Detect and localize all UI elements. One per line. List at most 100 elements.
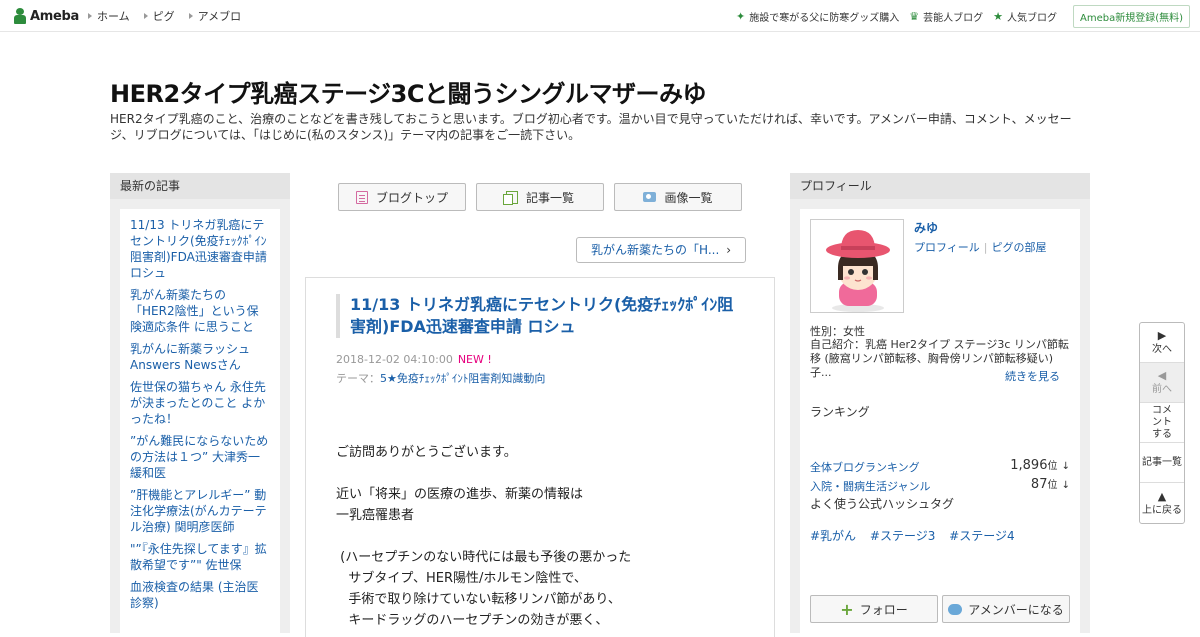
list-item[interactable]: ”肝機能とアレルギー” 動注化学療法(がんカテーテル治療) 関明彦医師 bbox=[130, 487, 270, 535]
back-to-top-label: 上に戻る bbox=[1142, 504, 1182, 516]
next-label: 次へ bbox=[1152, 344, 1172, 355]
latest-articles-heading: 最新の記事 bbox=[110, 173, 290, 199]
trend-down-icon: ↓ bbox=[1061, 480, 1070, 491]
list-item[interactable]: ”がん難民にならないための方法は１つ” 大津秀一緩和医 bbox=[130, 433, 270, 481]
blog-title[interactable]: HER2タイプ乳癌ステージ3Cと闘うシングルマザーみゆ bbox=[110, 74, 707, 109]
nav-ameblo-label: アメブロ bbox=[197, 10, 242, 23]
triangle-icon bbox=[143, 13, 148, 19]
image-list-label: 画像一覧 bbox=[664, 190, 713, 205]
avatar-image bbox=[811, 220, 903, 312]
back-to-top-button[interactable]: ▲ 上に戻る bbox=[1140, 483, 1184, 523]
triangle-icon bbox=[88, 13, 92, 19]
list-item[interactable]: 11/13 トリネガ乳癌にテセントリク(免疫ﾁｪｯｸﾎﾟｲﾝ阻害剤)FDA迅速審… bbox=[130, 217, 270, 281]
read-more-link[interactable]: 続きを見る bbox=[1005, 368, 1060, 384]
ranking-name[interactable]: 入院・闘病生活ジャンル bbox=[810, 480, 930, 493]
next-button[interactable]: ▶ 次へ bbox=[1140, 323, 1184, 363]
ranking-number: 87 bbox=[1030, 477, 1048, 492]
triangle-icon bbox=[188, 13, 193, 19]
previous-article-link[interactable]: 乳がん新薬たちの「H... › bbox=[576, 237, 746, 263]
article-meta: 2018-12-02 04:10:00 NEW ! bbox=[336, 353, 492, 366]
comment-label: コメントする bbox=[1152, 404, 1172, 440]
blog-top-button[interactable]: ブログトップ bbox=[338, 183, 466, 211]
ranking-value: 87位 ↓ bbox=[1031, 476, 1070, 492]
top-right-links: ✦ 施設で寒がる父に防寒グッズ購入 ♛ 芸能人ブログ ★ 人気ブログ Ameba新規登… bbox=[726, 0, 1190, 32]
new-badge: NEW ! bbox=[457, 353, 492, 366]
latest-articles-list: 11/13 トリネガ乳癌にテセントリク(免疫ﾁｪｯｸﾎﾟｲﾝ阻害剤)FDA迅速審… bbox=[120, 209, 280, 633]
article: 11/13 トリネガ乳癌にテセントリク(免疫ﾁｪｯｸﾎﾟｲﾝ阻害剤)FDA迅速審… bbox=[305, 277, 775, 637]
blog-description: HER2タイプ乳癌のこと、治療のことなどを書き残しておこうと思います。ブログ初心… bbox=[110, 112, 1072, 142]
hashtag[interactable]: #ステージ3 bbox=[870, 529, 935, 543]
trend-down-icon: ↓ bbox=[1061, 461, 1070, 472]
article-list-button[interactable]: 記事一覧 bbox=[476, 183, 604, 211]
top-bar: Ameba ホーム ピグ アメブロ ✦ 施設で寒がる父に防寒グッズ購入 ♛ 芸能人ブ… bbox=[0, 0, 1200, 32]
list-item[interactable]: 血液検査の結果 (主治医診察) bbox=[130, 579, 270, 611]
copy-icon bbox=[502, 190, 518, 205]
latest-articles-panel: 最新の記事 11/13 トリネガ乳癌にテセントリク(免疫ﾁｪｯｸﾎﾟｲﾝ阻害剤)… bbox=[110, 173, 290, 633]
next-arrow-icon: ▶ bbox=[1157, 329, 1167, 342]
ranking-row: 入院・闘病生活ジャンル 87位 ↓ bbox=[810, 476, 1070, 496]
document-icon bbox=[355, 190, 368, 204]
article-list-label: 記事一覧 bbox=[525, 190, 574, 205]
nav-home-label: ホーム bbox=[97, 10, 130, 23]
theme-label: テーマ： bbox=[336, 372, 380, 385]
article-list-float-label: 記事一覧 bbox=[1142, 456, 1182, 468]
link-topic[interactable]: ✦ 施設で寒がる父に防寒グッズ購入 bbox=[736, 9, 899, 24]
article-theme: テーマ：5★免疫ﾁｪｯｸﾎﾟｲﾝﾄ阻害剤知識動向 bbox=[336, 370, 545, 386]
ranking-row: 全体ブログランキング 1,896位 ↓ bbox=[810, 457, 1070, 477]
blog-nav-buttons: ブログトップ 記事一覧 画像一覧 bbox=[338, 183, 752, 211]
camera-icon bbox=[643, 192, 657, 202]
profile-box: みゆ プロフィール | ピグの部屋 性別：女性 自己紹介：乳癌 Her2タイプ ステ… bbox=[800, 209, 1080, 633]
floating-nav: ▶ 次へ ◀ 前へ コメントする 記事一覧 ▲ 上に戻る bbox=[1139, 322, 1185, 524]
plus-icon: + bbox=[840, 599, 854, 619]
ranking-value: 1,896位 ↓ bbox=[1010, 457, 1070, 473]
top-nav: ホーム ピグ アメブロ bbox=[88, 0, 255, 32]
ranking-unit: 位 bbox=[1047, 461, 1058, 472]
list-item[interactable]: 乳がん新薬たちの「HER2陰性」という保険適応条件 に思うこと bbox=[130, 287, 270, 335]
register-button[interactable]: Ameba新規登録(無料) bbox=[1072, 4, 1190, 28]
hashtag-list: #乳がん #ステージ3 #ステージ4 bbox=[810, 527, 1025, 544]
list-item[interactable]: "”『永住先探してます』拡散希望です”" 佐世保 bbox=[130, 541, 270, 573]
amember-label: アメンバーになる bbox=[968, 602, 1064, 617]
nav-home[interactable]: ホーム bbox=[88, 8, 130, 24]
ranking-number: 1,896 bbox=[1010, 458, 1048, 473]
hashtag-heading: よく使う公式ハッシュタグ bbox=[810, 497, 955, 511]
follow-button[interactable]: + フォロー bbox=[810, 595, 938, 623]
amember-button[interactable]: アメンバーになる bbox=[942, 595, 1070, 623]
pigg-room-link[interactable]: ピグの部屋 bbox=[992, 241, 1047, 254]
ranking-name[interactable]: 全体ブログランキング bbox=[810, 461, 920, 474]
link-celebrity-blog-label: 芸能人ブログ bbox=[923, 12, 984, 24]
profile-gender: 性別：女性 bbox=[810, 325, 865, 338]
article-title[interactable]: 11/13 トリネガ乳癌にテセントリク(免疫ﾁｪｯｸﾎﾟｲﾝ阻害剤)FDA迅速審… bbox=[336, 294, 746, 338]
link-popular-blog[interactable]: ★ 人気ブログ bbox=[993, 9, 1057, 24]
nav-ameblo[interactable]: アメブロ bbox=[188, 8, 242, 24]
separator: | bbox=[983, 241, 988, 254]
avatar[interactable] bbox=[810, 219, 904, 313]
link-celebrity-blog[interactable]: ♛ 芸能人ブログ bbox=[909, 9, 983, 24]
hashtag[interactable]: #乳がん bbox=[810, 529, 856, 543]
hashtag[interactable]: #ステージ4 bbox=[949, 529, 1014, 543]
list-item[interactable]: 佐世保の猫ちゃん 永住先が決まったとのこと よかったね！ bbox=[130, 379, 270, 427]
link-topic-label: 施設で寒がる父に防寒グッズ購入 bbox=[749, 12, 900, 24]
nav-pigg-label: ピグ bbox=[152, 10, 175, 23]
nav-pigg[interactable]: ピグ bbox=[143, 8, 175, 24]
link-popular-blog-label: 人気ブログ bbox=[1006, 12, 1057, 24]
profile-name[interactable]: みゆ bbox=[914, 219, 938, 236]
up-arrow-icon: ▲ bbox=[1157, 489, 1167, 503]
article-datetime: 2018-12-02 04:10:00 bbox=[336, 353, 453, 366]
image-list-button[interactable]: 画像一覧 bbox=[614, 183, 742, 211]
star-icon: ★ bbox=[993, 9, 1003, 23]
ranking-unit: 位 bbox=[1047, 480, 1058, 491]
sparkle-icon: ✦ bbox=[736, 9, 746, 23]
profile-link[interactable]: プロフィール bbox=[914, 241, 980, 254]
theme-link[interactable]: 5★免疫ﾁｪｯｸﾎﾟｲﾝﾄ阻害剤知識動向 bbox=[380, 372, 545, 385]
article-list-float-button[interactable]: 記事一覧 bbox=[1140, 443, 1184, 483]
crown-icon: ♛ bbox=[909, 9, 920, 23]
prev-button[interactable]: ◀ 前へ bbox=[1140, 363, 1184, 403]
list-item[interactable]: 乳がんに新薬ラッシュ Answers Newsさん bbox=[130, 341, 270, 373]
follow-label: フォロー bbox=[859, 602, 908, 617]
ranking-heading: ランキング bbox=[810, 405, 870, 419]
article-body: ご訪問ありがとうございます。 近い「将来」の医療の進歩、新薬の情報は 一乳癌罹患… bbox=[336, 445, 632, 628]
previous-article-label: 乳がん新薬たちの「H... bbox=[591, 243, 720, 257]
ameba-logo[interactable]: Ameba bbox=[13, 6, 79, 26]
comment-button[interactable]: コメントする bbox=[1140, 403, 1184, 443]
